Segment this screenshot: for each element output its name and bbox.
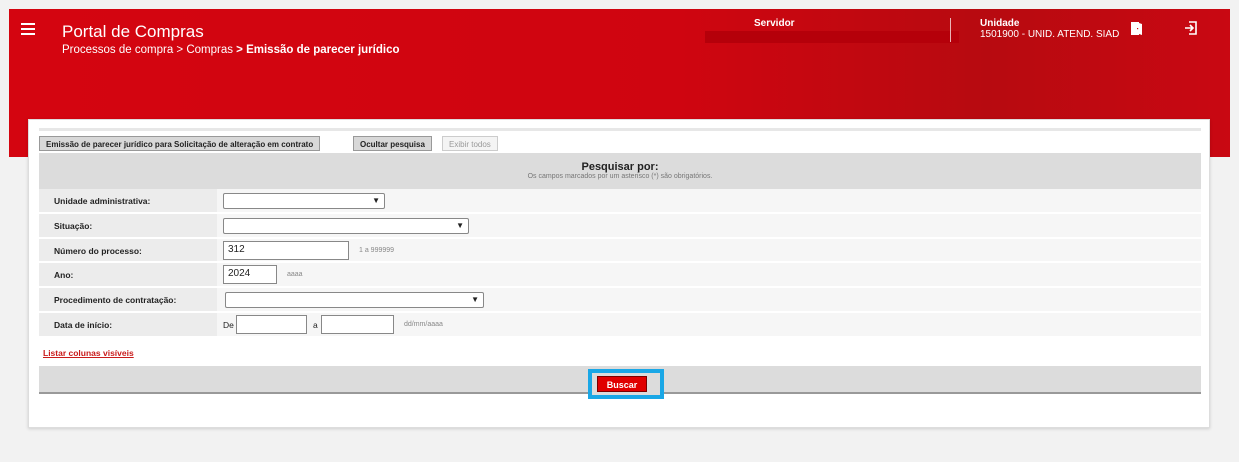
situacao-select[interactable]: ▼ [223,217,469,234]
row-ano: Ano: 2024 aaaa [39,263,1201,289]
data-inicio-hint: dd/mm/aaaa [404,320,443,328]
unidade-administrativa-label: Unidade administrativa: [39,189,217,212]
chevron-down-icon: ▼ [456,220,464,230]
exit-icon[interactable] [1183,20,1199,36]
toolbar: Emissão de parecer jurídico para Solicit… [39,128,1201,151]
breadcrumb-processos[interactable]: Processos de compra [62,44,173,56]
servidor-label: Servidor [754,18,795,29]
search-header: Pesquisar por: Os campos marcados por um… [39,153,1201,189]
emissao-parecer-button[interactable]: Emissão de parecer jurídico para Solicit… [39,136,321,151]
data-inicio-ate-input[interactable] [321,314,394,334]
search-title: Pesquisar por: [581,161,659,173]
header-divider [950,18,951,42]
search-subtitle: Os campos marcados por um asterisco (*) … [527,173,713,180]
breadcrumb-current: Emissão de parecer jurídico [246,44,400,56]
unidade-administrativa-select[interactable]: ▼ [223,193,385,209]
search-card: Emissão de parecer jurídico para Solicit… [28,119,1210,428]
numero-processo-hint: 1 a 999999 [359,246,395,254]
chevron-down-icon: ▼ [372,196,380,205]
procedimento-contratacao-label: Procedimento de contratação: [39,288,217,311]
ano-hint: aaaa [287,271,303,279]
exibir-todos-button[interactable]: Exibir todos [442,136,498,151]
chevron-down-icon: ▼ [471,295,479,305]
door-icon[interactable] [1128,20,1144,36]
search-form: Pesquisar por: Os campos marcados por um… [39,153,1201,338]
servidor-value-redacted [705,31,959,43]
data-inicio-de-input[interactable] [236,314,307,334]
unidade-label: Unidade [980,18,1020,29]
row-unidade-administrativa: Unidade administrativa: ▼ [39,189,1201,214]
ano-label: Ano: [39,263,217,287]
procedimento-contratacao-select[interactable]: ▼ [225,292,484,309]
row-data-inicio: Data de início: De a dd/mm/aaaa [39,312,1201,338]
numero-processo-input[interactable]: 312 [223,240,349,260]
breadcrumb: Processos de compra > Compras > Emissão … [62,44,400,56]
app-title: Portal de Compras [62,22,204,41]
breadcrumb-separator: > [232,44,247,56]
unidade-value[interactable]: 1501900 - UNID. ATEND. SIAD [980,29,1119,40]
breadcrumb-separator: > [173,44,187,56]
data-inicio-de-label: De [223,319,234,330]
numero-processo-label: Número do processo: [39,238,217,262]
row-situacao: Situação: ▼ [39,213,1201,239]
listar-colunas-link[interactable]: Listar colunas visíveis [43,348,134,358]
menu-icon[interactable] [21,23,35,38]
buscar-button[interactable]: Buscar [597,376,647,392]
ano-input[interactable]: 2024 [223,265,277,285]
row-numero-processo: Número do processo: 312 1 a 999999 [39,238,1201,264]
situacao-label: Situação: [39,213,217,237]
data-inicio-a-label: a [313,319,318,330]
ocultar-pesquisa-button[interactable]: Ocultar pesquisa [353,136,432,151]
data-inicio-label: Data de início: [39,312,217,336]
row-procedimento-contratacao: Procedimento de contratação: ▼ [39,288,1201,313]
buscar-highlight: Buscar [588,369,664,399]
breadcrumb-compras[interactable]: Compras [186,44,233,56]
